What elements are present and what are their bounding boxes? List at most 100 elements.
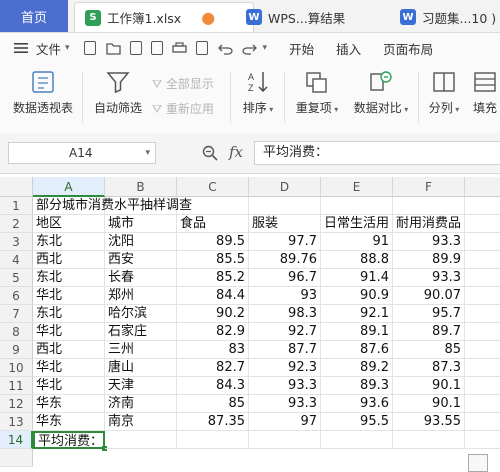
sort-button[interactable]: AZ 排序 ▾ [238, 69, 278, 116]
cell-c13[interactable]: 87.35 [177, 413, 249, 431]
cell-e10[interactable]: 89.2 [321, 359, 393, 377]
row-header-5[interactable]: 5 [0, 269, 33, 287]
column-header-f[interactable]: F [393, 177, 465, 197]
row-header-13[interactable]: 13 [0, 413, 33, 431]
cell-f12[interactable]: 90.1 [393, 395, 465, 413]
cell-a3[interactable]: 东北 [33, 233, 105, 251]
column-header-e[interactable]: E [321, 177, 393, 197]
row-header-4[interactable]: 4 [0, 251, 33, 269]
cell-c7[interactable]: 90.2 [177, 305, 249, 323]
cell-c11[interactable]: 84.3 [177, 377, 249, 395]
cell-d14[interactable] [249, 431, 321, 449]
cell-b12[interactable]: 济南 [105, 395, 177, 413]
column-header-g[interactable] [465, 177, 500, 197]
cell-c14[interactable] [177, 431, 249, 449]
cell-d4[interactable]: 89.76 [249, 251, 321, 269]
cell-d7[interactable]: 98.3 [249, 305, 321, 323]
menu-tab-home[interactable]: 开始 [289, 39, 314, 58]
cell-g2[interactable] [465, 215, 500, 233]
cell-c3[interactable]: 89.5 [177, 233, 249, 251]
cell-g5[interactable] [465, 269, 500, 287]
cell-g6[interactable] [465, 287, 500, 305]
cell-b3[interactable]: 沈阳 [105, 233, 177, 251]
cell-c8[interactable]: 82.9 [177, 323, 249, 341]
cell-e3[interactable]: 91 [321, 233, 393, 251]
cell-d12[interactable]: 93.3 [249, 395, 321, 413]
cell-f11[interactable]: 90.1 [393, 377, 465, 395]
fill-button[interactable]: 填充 [470, 69, 500, 116]
row-header-9[interactable]: 9 [0, 341, 33, 359]
sheet-options-icon[interactable] [468, 454, 488, 472]
cell-d9[interactable]: 87.7 [249, 341, 321, 359]
formula-input[interactable]: 平均消费： [254, 141, 500, 165]
cell-e12[interactable]: 93.6 [321, 395, 393, 413]
cell-f4[interactable]: 89.9 [393, 251, 465, 269]
cell-a11[interactable]: 华北 [33, 377, 105, 395]
cell-g8[interactable] [465, 323, 500, 341]
print-preview-icon[interactable] [195, 41, 208, 55]
cell-f1[interactable] [393, 197, 465, 215]
menu-tab-insert[interactable]: 插入 [336, 39, 361, 58]
row-header-3[interactable]: 3 [0, 233, 33, 251]
row-header-8[interactable]: 8 [0, 323, 33, 341]
cell-f8[interactable]: 89.7 [393, 323, 465, 341]
cell-b5[interactable]: 长春 [105, 269, 177, 287]
cell-b4[interactable]: 西安 [105, 251, 177, 269]
pivot-table-button[interactable]: 数据透视表 [10, 69, 76, 116]
hamburger-menu-icon[interactable] [14, 42, 28, 54]
cell-g14[interactable] [465, 431, 500, 449]
cell-b2[interactable]: 城市 [105, 215, 177, 233]
cell-a9[interactable]: 西北 [33, 341, 105, 359]
cell-a14[interactable]: 平均消费： [33, 431, 105, 449]
cell-a1[interactable]: 部分城市消费水平抽样调查 [33, 197, 192, 215]
cell-c10[interactable]: 82.7 [177, 359, 249, 377]
redo-icon[interactable] [241, 42, 257, 55]
tab-workbook1[interactable]: S 工作簿1.xlsx ● [74, 2, 254, 32]
cell-d6[interactable]: 93 [249, 287, 321, 305]
cell-g3[interactable] [465, 233, 500, 251]
column-header-c[interactable]: C [177, 177, 249, 197]
cell-a5[interactable]: 东北 [33, 269, 105, 287]
cell-g7[interactable] [465, 305, 500, 323]
cell-d11[interactable]: 93.3 [249, 377, 321, 395]
cell-b9[interactable]: 三州 [105, 341, 177, 359]
cell-g1[interactable] [465, 197, 500, 215]
reapply-button[interactable]: ⛛ 重新应用 [152, 100, 224, 117]
name-box-chevron-icon[interactable]: ▾ [145, 143, 150, 163]
cell-g4[interactable] [465, 251, 500, 269]
split-columns-button[interactable]: 分列 ▾ [424, 69, 464, 116]
cell-f7[interactable]: 95.7 [393, 305, 465, 323]
cell-g13[interactable] [465, 413, 500, 431]
new-document-icon[interactable] [83, 41, 96, 55]
cell-f2[interactable]: 耐用消费品 [393, 215, 465, 233]
cell-c5[interactable]: 85.2 [177, 269, 249, 287]
quick-access-more-icon[interactable]: ▾ [263, 43, 268, 53]
cell-e5[interactable]: 91.4 [321, 269, 393, 287]
cell-e11[interactable]: 89.3 [321, 377, 393, 395]
cell-f13[interactable]: 93.55 [393, 413, 465, 431]
column-header-b[interactable]: B [105, 177, 177, 197]
row-header-2[interactable]: 2 [0, 215, 33, 233]
cell-g9[interactable] [465, 341, 500, 359]
cell-c2[interactable]: 食品 [177, 215, 249, 233]
insert-function-button[interactable]: fx [229, 143, 243, 161]
cell-c6[interactable]: 84.4 [177, 287, 249, 305]
cell-b10[interactable]: 唐山 [105, 359, 177, 377]
cell-a6[interactable]: 华北 [33, 287, 105, 305]
cell-d1[interactable] [249, 197, 321, 215]
row-header-15[interactable] [0, 449, 33, 467]
cell-e2[interactable]: 日常生活用 [321, 215, 393, 233]
cell-c4[interactable]: 85.5 [177, 251, 249, 269]
cell-d5[interactable]: 96.7 [249, 269, 321, 287]
cell-a7[interactable]: 东北 [33, 305, 105, 323]
column-header-d[interactable]: D [249, 177, 321, 197]
cell-a4[interactable]: 西北 [33, 251, 105, 269]
cell-e7[interactable]: 92.1 [321, 305, 393, 323]
menu-tab-page-layout[interactable]: 页面布局 [383, 39, 433, 58]
cell-f9[interactable]: 85 [393, 341, 465, 359]
cell-g11[interactable] [465, 377, 500, 395]
cell-e13[interactable]: 95.5 [321, 413, 393, 431]
export-pdf-icon[interactable] [150, 41, 163, 55]
name-box[interactable]: A14 ▾ [8, 142, 156, 164]
cell-f6[interactable]: 90.07 [393, 287, 465, 305]
